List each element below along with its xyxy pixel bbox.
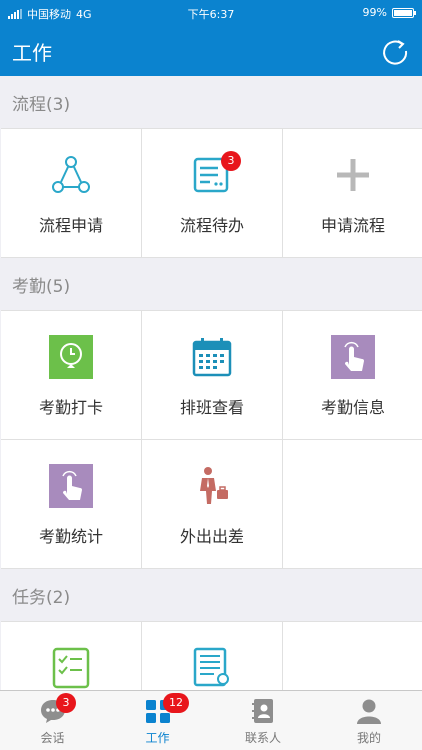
grid-item-attendance-stats[interactable]: 考勤统计 (1, 440, 141, 568)
attendance-grid: 考勤打卡 排班查看 考勤信息 考勤统计 外出出差 (1, 310, 422, 569)
refresh-icon[interactable] (380, 36, 410, 66)
tab-label: 我的 (356, 731, 381, 745)
tab-contacts[interactable]: 联系人 (210, 691, 316, 750)
grid-item-clock-in[interactable]: 考勤打卡 (1, 311, 141, 439)
notification-badge: 12 (163, 693, 189, 713)
task-edit-icon (193, 647, 229, 687)
grid-item-schedule[interactable]: 排班查看 (142, 311, 282, 439)
calendar-icon (192, 338, 232, 377)
grid-item-label: 考勤信息 (320, 398, 385, 417)
business-trip-icon (200, 467, 228, 504)
battery-icon (392, 7, 416, 18)
grid-item-label: 外出出差 (179, 527, 244, 546)
tab-bar: 3 会话 12 工作 联系人 我的 (0, 690, 422, 750)
tab-label: 工作 (145, 731, 170, 745)
notification-badge: 3 (221, 151, 241, 171)
plus-icon (337, 159, 369, 191)
grid-item-workflow-apply[interactable]: 流程申请 (1, 129, 141, 257)
page-title: 工作 (12, 41, 52, 65)
clock-in-icon (49, 335, 93, 379)
status-time: 下午6:37 (187, 8, 235, 21)
workflow-grid: 流程申请 3 流程待办 申请流程 (1, 128, 422, 258)
tab-work[interactable]: 12 工作 (105, 691, 210, 750)
grid-item-label: 流程申请 (38, 216, 103, 235)
grid-item-apply-workflow[interactable]: 申请流程 (283, 129, 422, 257)
nav-bar: 工作 (0, 26, 422, 76)
tab-label: 联系人 (244, 731, 281, 745)
tab-chat[interactable]: 3 会话 (0, 691, 105, 750)
grid-item-label: 排班查看 (179, 398, 244, 417)
tab-me[interactable]: 我的 (316, 691, 422, 750)
notification-badge: 3 (56, 693, 76, 713)
grid-item-empty (283, 440, 422, 568)
tab-label: 会话 (40, 731, 65, 745)
workflow-nodes-icon (52, 156, 90, 193)
section-header-workflow: 流程(3) (12, 94, 71, 115)
battery-percent: 99% (362, 6, 387, 19)
status-bar: 中国移动 4G 下午6:37 99% (0, 0, 422, 26)
grid-item-empty (283, 622, 422, 690)
contacts-book-icon (252, 699, 273, 723)
work-content: 流程(3) 流程申请 3 流程待办 申请流程 考勤(5) 考勤打卡 排班查看 考… (0, 76, 422, 690)
grid-item-business-trip[interactable]: 外出出差 (142, 440, 282, 568)
section-header-tasks: 任务(2) (12, 587, 71, 608)
grid-item-task-checklist[interactable] (1, 622, 141, 690)
grid-item-task-edit[interactable] (142, 622, 282, 690)
checklist-icon (52, 647, 90, 689)
tap-hand-icon (331, 335, 375, 379)
grid-item-attendance-info[interactable]: 考勤信息 (283, 311, 422, 439)
grid-item-label: 流程待办 (179, 216, 244, 235)
grid-item-workflow-todo[interactable]: 3 流程待办 (142, 129, 282, 257)
person-icon (357, 699, 381, 724)
grid-item-label: 考勤打卡 (38, 398, 103, 417)
section-header-attendance: 考勤(5) (12, 276, 71, 297)
tasks-grid (1, 621, 422, 690)
status-right: 99% (362, 6, 416, 19)
tap-hand-icon (49, 464, 93, 508)
grid-item-label: 考勤统计 (38, 527, 103, 546)
grid-item-label: 申请流程 (320, 216, 385, 235)
